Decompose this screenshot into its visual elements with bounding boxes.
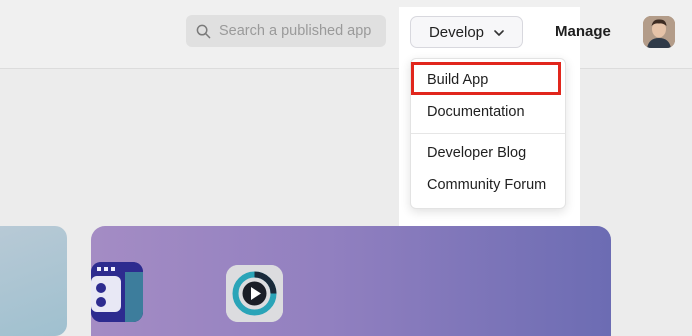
app-card-left[interactable] (0, 226, 67, 336)
develop-dropdown-button[interactable]: Develop (410, 16, 523, 48)
menu-item-community-forum[interactable]: Community Forum (427, 177, 546, 193)
user-avatar[interactable] (643, 16, 675, 48)
search-input[interactable] (219, 23, 379, 39)
develop-button-label: Develop (428, 23, 485, 41)
search-icon (196, 24, 211, 39)
menu-divider (411, 133, 565, 134)
featured-banner[interactable] (91, 226, 611, 336)
build-app-highlight (411, 62, 561, 95)
app-icon-game[interactable] (91, 262, 143, 322)
search-bar[interactable] (186, 15, 386, 47)
manage-link[interactable]: Manage (555, 23, 611, 40)
app-icon-media-player[interactable] (226, 265, 283, 322)
menu-item-documentation[interactable]: Documentation (427, 104, 525, 120)
chevron-down-icon (494, 24, 504, 41)
menu-item-developer-blog[interactable]: Developer Blog (427, 145, 526, 161)
